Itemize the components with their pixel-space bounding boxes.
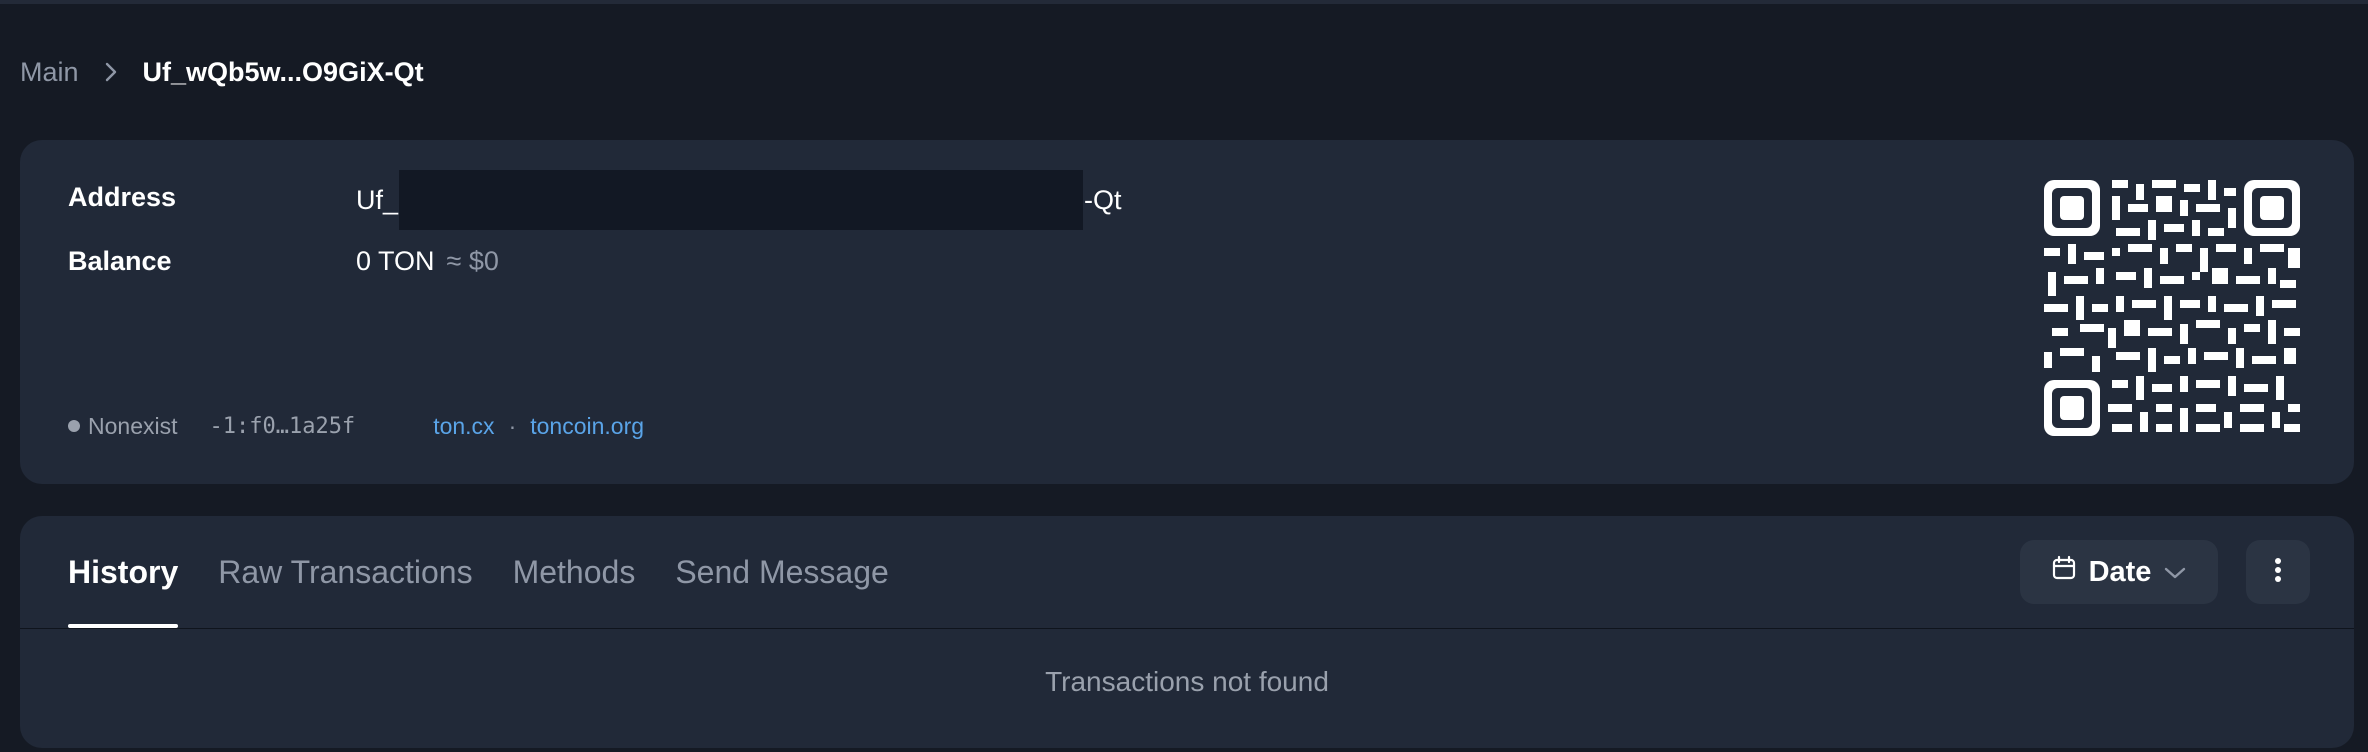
address-value[interactable]: Uf_ -Qt <box>356 170 1122 230</box>
chevron-down-icon <box>2163 556 2187 589</box>
tab-methods[interactable]: Methods <box>513 516 636 628</box>
account-info-card: Address Uf_ -Qt Balance 0 TON ≈ $0 Nonex… <box>20 140 2354 484</box>
tab-raw-transactions[interactable]: Raw Transactions <box>218 516 472 628</box>
address-prefix: Uf_ <box>356 184 399 215</box>
more-options-button[interactable] <box>2246 540 2310 604</box>
history-card: History Raw Transactions Methods Send Me… <box>20 516 2354 748</box>
account-meta: Nonexist -1:f0…1a25f ton.cx · toncoin.or… <box>68 406 644 446</box>
qr-code-icon[interactable] <box>2044 180 2300 436</box>
breadcrumb-current: Uf_wQb5w...O9GiX-Qt <box>142 56 424 87</box>
tab-bar: History Raw Transactions Methods Send Me… <box>68 516 929 628</box>
tab-divider <box>20 628 2354 629</box>
balance-value: 0 TON <box>356 246 435 276</box>
explorer-link-toncoin[interactable]: toncoin.org <box>530 413 644 440</box>
breadcrumb-main-link[interactable]: Main <box>20 57 79 88</box>
balance-label: Balance <box>68 246 172 276</box>
top-border <box>0 0 2368 4</box>
tab-send-message[interactable]: Send Message <box>675 516 888 628</box>
account-status: Nonexist <box>88 412 178 439</box>
address-label: Address <box>68 182 177 212</box>
empty-state-message: Transactions not found <box>1045 666 1329 697</box>
tab-history[interactable]: History <box>68 516 179 628</box>
calendar-icon <box>2051 555 2077 589</box>
date-filter-label: Date <box>2088 555 2152 588</box>
address-redaction <box>399 170 1084 230</box>
chevron-right-icon <box>79 52 143 92</box>
status-dot-icon <box>68 420 80 432</box>
address-suffix: -Qt <box>1084 184 1122 215</box>
explorer-link-tonCX[interactable]: ton.cx <box>433 413 494 440</box>
balance-fiat: ≈ $0 <box>446 246 499 276</box>
raw-address[interactable]: -1:f0…1a25f <box>209 414 355 439</box>
date-filter-button[interactable]: Date <box>2020 540 2218 604</box>
more-vertical-icon <box>2274 557 2282 588</box>
breadcrumb: Main Uf_wQb5w...O9GiX-Qt <box>20 52 424 92</box>
balance-value-row: 0 TON ≈ $0 <box>356 246 499 277</box>
link-separator: · <box>508 412 517 439</box>
